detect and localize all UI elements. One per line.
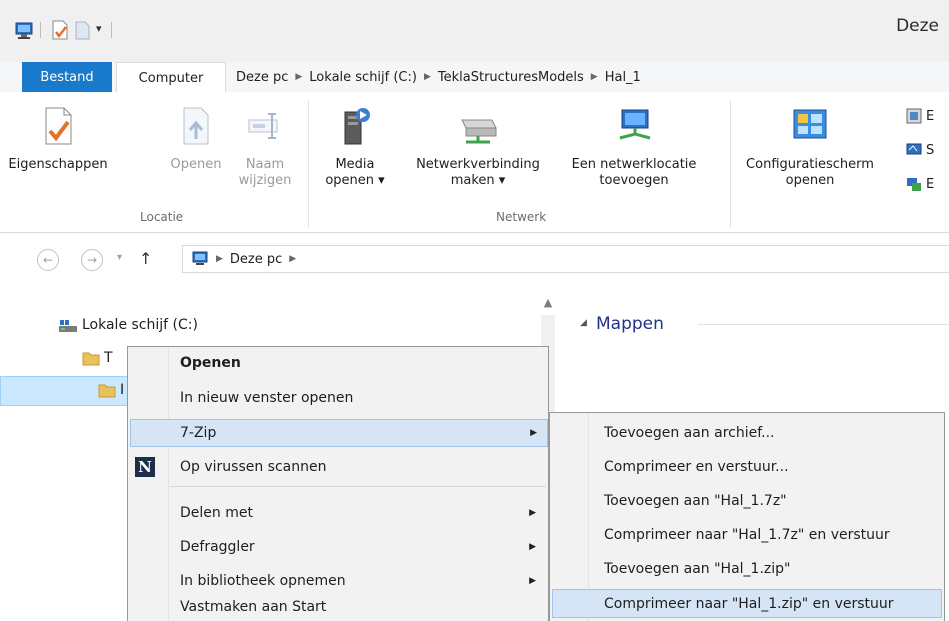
tree-item-folder[interactable]: T bbox=[82, 350, 113, 366]
network-location-icon bbox=[619, 109, 651, 140]
menu-item-share-with[interactable]: Delen met ▶ bbox=[130, 499, 546, 527]
map-network-drive-icon bbox=[461, 119, 497, 144]
back-button[interactable]: ← bbox=[37, 249, 59, 271]
menu-item-open-new-window[interactable]: In nieuw venster openen bbox=[130, 384, 546, 412]
address-bar[interactable]: ▶ Deze pc ▶ bbox=[182, 245, 949, 273]
menu-item-virus-scan[interactable]: N Op virussen scannen bbox=[130, 453, 546, 481]
media-open-button[interactable]: Media openen ▾ bbox=[318, 106, 392, 189]
submenu-item-add-to-7z[interactable]: Toevoegen aan "Hal_1.7z" bbox=[552, 487, 942, 515]
folder-icon bbox=[98, 384, 116, 398]
uninstall-program-icon bbox=[906, 108, 922, 124]
group-divider bbox=[730, 100, 731, 228]
customize-toolbar-icon[interactable]: ▾ bbox=[96, 22, 102, 35]
recent-locations-button[interactable]: ▾ bbox=[117, 252, 122, 263]
control-panel-icon bbox=[793, 109, 827, 139]
tree-item-drive-c[interactable]: Lokale schijf (C:) bbox=[58, 316, 198, 334]
submenu-item-add-to-zip[interactable]: Toevoegen aan "Hal_1.zip" bbox=[552, 555, 942, 583]
title-bar: ▾ Deze bbox=[0, 0, 949, 62]
add-network-location-button[interactable]: Een netwerklocatie toevoegen bbox=[560, 106, 708, 189]
submenu-item-compress-zip-and-email[interactable]: Comprimeer naar "Hal_1.zip" en verstuur bbox=[552, 589, 942, 618]
menu-item-openen[interactable]: Openen bbox=[130, 349, 546, 377]
ribbon-panel: Eigenschappen Openen Naam wijzigen Locat… bbox=[0, 92, 949, 233]
drive-icon bbox=[59, 320, 77, 332]
chevron-right-icon: ▶ bbox=[295, 72, 303, 82]
chevron-right-icon: ▶ bbox=[423, 72, 431, 82]
window-title: Deze bbox=[896, 16, 939, 36]
media-server-icon bbox=[344, 108, 370, 145]
manage-computer-icon bbox=[907, 178, 921, 191]
rename-button[interactable]: Naam wijzigen bbox=[234, 106, 296, 189]
antivirus-icon: N bbox=[135, 457, 155, 477]
properties-icon bbox=[45, 107, 72, 145]
menu-separator bbox=[170, 486, 546, 487]
breadcrumb-item[interactable]: Lokale schijf (C:) bbox=[309, 70, 417, 85]
system-small-button-2[interactable]: S bbox=[906, 142, 934, 158]
toolbar-divider bbox=[40, 22, 41, 38]
system-small-button-1[interactable]: E bbox=[906, 108, 934, 124]
properties-button[interactable]: Eigenschappen bbox=[0, 106, 116, 173]
map-network-drive-button[interactable]: Netwerkverbinding maken ▾ bbox=[396, 106, 560, 189]
toolbar-divider bbox=[111, 22, 112, 38]
menu-item-include-in-library[interactable]: In bibliotheek opnemen ▶ bbox=[130, 567, 546, 595]
menu-item-defraggler[interactable]: Defraggler ▶ bbox=[130, 533, 546, 561]
menu-item-pin-to-start[interactable]: Vastmaken aan Start bbox=[130, 595, 546, 619]
group-header-divider bbox=[698, 324, 949, 325]
chevron-right-icon[interactable]: ▶ bbox=[289, 254, 296, 264]
submenu-arrow-icon: ▶ bbox=[530, 428, 537, 438]
scroll-up-arrow[interactable]: ▲ bbox=[540, 295, 556, 311]
chevron-right-icon[interactable]: ▶ bbox=[216, 254, 223, 264]
submenu-7zip: Toevoegen aan archief... Comprimeer en v… bbox=[549, 412, 945, 621]
forward-button[interactable]: → bbox=[81, 249, 103, 271]
submenu-item-compress-and-email[interactable]: Comprimeer en verstuur... bbox=[552, 453, 942, 481]
collapse-group-icon[interactable]: ◢ bbox=[580, 318, 587, 328]
submenu-arrow-icon: ▶ bbox=[529, 508, 536, 518]
rename-icon bbox=[248, 113, 278, 139]
group-divider bbox=[308, 100, 309, 228]
breadcrumb-item[interactable]: Deze pc bbox=[236, 70, 288, 85]
system-small-button-3[interactable]: E bbox=[906, 176, 934, 192]
breadcrumb-item[interactable]: TeklaStructuresModels bbox=[438, 70, 584, 85]
address-segment[interactable]: Deze pc bbox=[230, 252, 282, 267]
new-folder-icon[interactable] bbox=[75, 20, 91, 40]
tree-item-folder-selected[interactable]: I bbox=[98, 382, 124, 398]
breadcrumb: Deze pc ▶ Lokale schijf (C:) ▶ TeklaStru… bbox=[236, 62, 641, 92]
context-menu: Openen In nieuw venster openen 7-Zip ▶ N… bbox=[127, 346, 549, 621]
breadcrumb-item[interactable]: Hal_1 bbox=[605, 70, 641, 85]
control-panel-button[interactable]: Configuratiescherm openen bbox=[740, 106, 880, 189]
group-header-mappen[interactable]: Mappen bbox=[596, 314, 664, 334]
submenu-arrow-icon: ▶ bbox=[529, 576, 536, 586]
menu-item-7zip[interactable]: 7-Zip ▶ bbox=[130, 419, 548, 447]
open-button[interactable]: Openen bbox=[162, 106, 230, 173]
tab-computer[interactable]: Computer bbox=[116, 62, 226, 93]
chevron-right-icon: ▶ bbox=[590, 72, 598, 82]
computer-icon bbox=[192, 251, 208, 265]
group-label-locatie: Locatie bbox=[140, 210, 184, 224]
system-properties-icon bbox=[906, 143, 922, 155]
tab-file[interactable]: Bestand bbox=[22, 62, 112, 92]
open-icon bbox=[183, 107, 209, 145]
properties-icon[interactable] bbox=[51, 20, 69, 40]
group-label-netwerk: Netwerk bbox=[496, 210, 547, 224]
submenu-arrow-icon: ▶ bbox=[529, 542, 536, 552]
submenu-item-add-to-archive[interactable]: Toevoegen aan archief... bbox=[552, 419, 942, 447]
computer-icon[interactable] bbox=[14, 22, 34, 40]
folder-icon bbox=[82, 352, 100, 366]
up-button[interactable]: ↑ bbox=[139, 249, 152, 268]
submenu-item-compress-7z-and-email[interactable]: Comprimeer naar "Hal_1.7z" en verstuur bbox=[552, 521, 942, 549]
